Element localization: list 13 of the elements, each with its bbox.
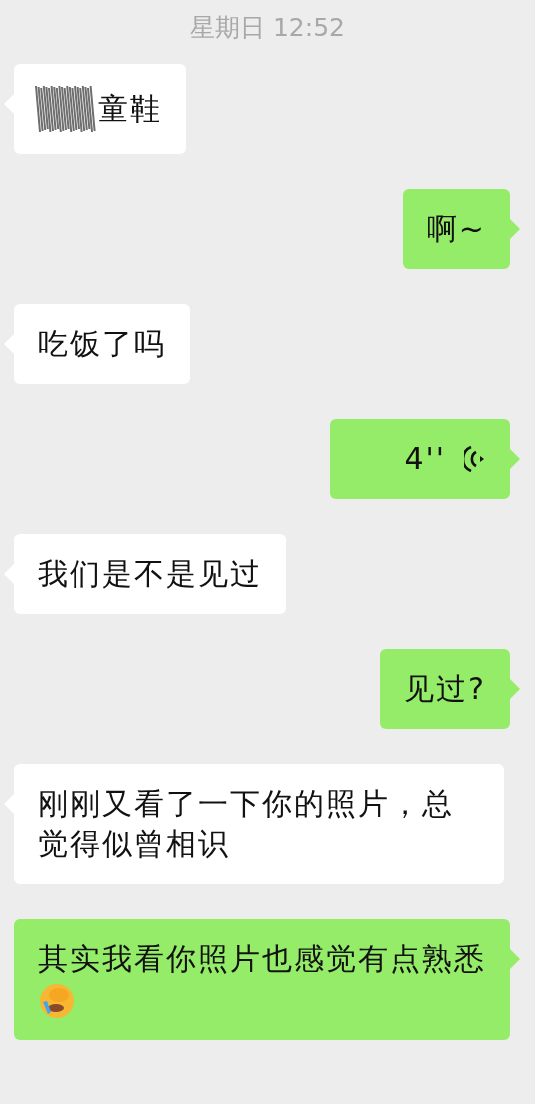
message-text: 啊~ xyxy=(426,210,486,248)
message-text: 我们是不是见过 xyxy=(38,555,262,593)
message-text: 其实我看你照片也感觉有点熟悉 xyxy=(38,939,486,1020)
voice-wave-icon xyxy=(464,444,486,474)
voice-message-bubble[interactable]: 4'' xyxy=(330,419,510,499)
bubble-tail xyxy=(510,449,520,469)
message-text: 见过? xyxy=(404,670,486,708)
message-text: 刚刚又看了一下你的照片，总觉得似曾相识 xyxy=(38,785,455,863)
scribble-icon xyxy=(32,84,98,134)
message-text: 童鞋 xyxy=(98,90,162,128)
timestamp: 星期日 12:52 xyxy=(190,12,345,44)
voice-duration: 4'' xyxy=(404,440,446,478)
message-text: 吃饭了吗 xyxy=(38,325,166,363)
